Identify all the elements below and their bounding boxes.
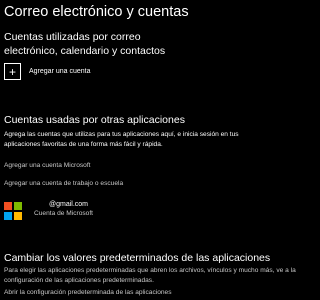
- add-account-label: Agregar una cuenta: [29, 68, 91, 75]
- add-microsoft-account-link[interactable]: Agregar una cuenta Microsoft: [4, 162, 91, 169]
- defaults-description: Para elegir las aplicaciones predetermin…: [4, 267, 296, 284]
- page-title: Correo electrónico y cuentas: [4, 4, 189, 20]
- account-type: Cuenta de Microsoft: [34, 210, 94, 217]
- email-accounts-heading: Cuentas utilizadas por correo electrónic…: [4, 31, 166, 57]
- microsoft-account-item[interactable]: @gmail.com Cuenta de Microsoft: [4, 201, 93, 220]
- add-account-button[interactable]: + Agregar una cuenta: [4, 63, 91, 80]
- defaults-heading: Cambiar los valores predeterminados de l…: [4, 252, 271, 264]
- account-email: @gmail.com: [49, 201, 89, 208]
- other-apps-description: Agrega las cuentas que utilizas para tus…: [4, 131, 239, 148]
- plus-icon: +: [4, 63, 21, 80]
- open-default-apps-settings-link[interactable]: Abrir la configuración predeterminada de…: [4, 289, 172, 296]
- other-apps-heading: Cuentas usadas por otras aplicaciones: [4, 114, 185, 126]
- add-work-school-account-link[interactable]: Agregar una cuenta de trabajo o escuela: [4, 180, 123, 187]
- microsoft-logo-icon: [4, 202, 22, 220]
